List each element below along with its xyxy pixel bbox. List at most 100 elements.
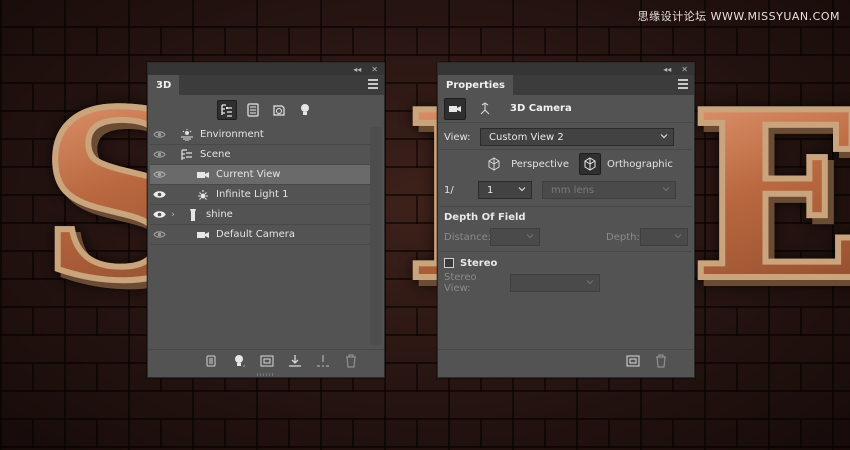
- watermark: 思缘设计论坛 WWW.MISSYUAN.COM: [637, 10, 840, 23]
- zoom-value: 1: [487, 184, 494, 196]
- depth-label: Depth:: [606, 231, 640, 243]
- collapse-icon[interactable]: ◂◂: [353, 65, 361, 74]
- split-button[interactable]: [314, 352, 332, 370]
- whole-scene-icon: [221, 104, 232, 117]
- stereo-label: Stereo: [460, 257, 498, 269]
- add-light-button[interactable]: [230, 352, 248, 370]
- lens-select[interactable]: mm lens: [542, 181, 676, 199]
- perspective-label: Perspective: [511, 158, 569, 170]
- chevron-down-icon: [518, 187, 526, 192]
- chevron-down-icon: [674, 234, 682, 239]
- layer-row-current-view[interactable]: Current View: [150, 165, 370, 185]
- layer-list: Environment Scene Current View Infinite …: [150, 125, 370, 245]
- meshes-icon: [247, 103, 259, 117]
- view-select-value: Custom View 2: [489, 131, 564, 143]
- delete-button[interactable]: [342, 352, 360, 370]
- layer-row-scene[interactable]: Scene: [150, 145, 370, 165]
- panel-tabs: 3D: [148, 75, 384, 95]
- drop-to-plane-button[interactable]: [286, 352, 304, 370]
- lights-icon: [301, 104, 309, 115]
- perspective-button[interactable]: [483, 153, 505, 175]
- chevron-down-icon: [662, 187, 670, 192]
- dof-title: Depth Of Field: [444, 211, 526, 223]
- resize-grip[interactable]: [257, 373, 275, 376]
- render-button[interactable]: [624, 352, 642, 370]
- render-icon: [626, 355, 640, 366]
- scrollbar[interactable]: [370, 127, 382, 345]
- chevron-right-icon[interactable]: ›: [168, 210, 178, 220]
- panel-properties: ◂◂ ✕ Properties 3D Camera View: Custom V…: [437, 62, 695, 378]
- split-icon: [317, 354, 329, 367]
- layer-label: Scene: [200, 149, 231, 160]
- layer-label: Environment: [200, 129, 264, 140]
- panel-titlebar: ◂◂ ✕: [148, 63, 384, 75]
- mesh-icon: [184, 208, 202, 222]
- layer-row-default-camera[interactable]: Default Camera: [150, 225, 370, 245]
- render-button[interactable]: [258, 352, 276, 370]
- panel-3d: ◂◂ ✕ 3D Environment Scene Current View I…: [147, 62, 385, 378]
- panel-titlebar: ◂◂ ✕: [438, 63, 694, 75]
- properties-header: 3D Camera: [438, 95, 694, 123]
- panel-menu-icon[interactable]: [368, 79, 378, 89]
- panel-footer: [438, 349, 694, 371]
- coordinates-button[interactable]: [474, 98, 496, 120]
- lens-placeholder: mm lens: [551, 184, 595, 196]
- layer-row-shine[interactable]: › shine: [150, 205, 370, 225]
- camera-icon: [194, 170, 212, 180]
- visibility-eye-icon[interactable]: [150, 230, 168, 239]
- filter-meshes-button[interactable]: [243, 100, 263, 120]
- add-mesh-button[interactable]: [202, 352, 220, 370]
- zoom-prefix: 1/: [444, 184, 454, 196]
- layer-label: shine: [206, 209, 233, 220]
- visibility-eye-icon[interactable]: [150, 150, 168, 159]
- chevron-down-icon: [586, 280, 594, 285]
- visibility-eye-icon[interactable]: [150, 190, 168, 199]
- materials-icon: [273, 105, 285, 116]
- zoom-select[interactable]: 1: [478, 181, 532, 199]
- filter-lights-button[interactable]: [295, 100, 315, 120]
- coordinates-icon: [480, 101, 490, 114]
- visibility-eye-icon[interactable]: [150, 170, 168, 179]
- close-icon[interactable]: ✕: [681, 65, 688, 74]
- drop-to-plane-icon: [289, 354, 301, 367]
- layer-label: Infinite Light 1: [216, 189, 289, 200]
- render-icon: [260, 355, 274, 366]
- stereo-view-label: Stereo View:: [444, 272, 477, 294]
- environment-icon: [178, 128, 196, 141]
- filter-bar: [148, 95, 384, 125]
- visibility-eye-icon[interactable]: [150, 210, 168, 219]
- distance-select[interactable]: [490, 228, 540, 246]
- collapse-icon[interactable]: ◂◂: [663, 65, 671, 74]
- perspective-cube-icon: [488, 157, 500, 171]
- visibility-eye-icon[interactable]: [150, 130, 168, 139]
- panel-menu-icon[interactable]: [678, 79, 688, 89]
- tab-properties[interactable]: Properties: [438, 75, 513, 95]
- layer-row-infinite-light[interactable]: Infinite Light 1: [150, 185, 370, 205]
- orthographic-button[interactable]: [579, 153, 601, 175]
- stereo-view-select[interactable]: [510, 274, 600, 292]
- dof-title-row: Depth Of Field: [438, 207, 694, 227]
- stereo-checkbox[interactable]: [444, 258, 454, 268]
- view-label: View:: [444, 131, 471, 143]
- close-icon[interactable]: ✕: [371, 65, 378, 74]
- dof-row: Distance: Depth:: [438, 227, 694, 247]
- mesh-icon: [206, 355, 216, 366]
- projection-row: Perspective Orthographic: [438, 150, 694, 178]
- chevron-down-icon: [660, 134, 668, 139]
- zoom-row: 1/ 1 mm lens: [438, 178, 694, 202]
- tab-3d[interactable]: 3D: [148, 75, 180, 95]
- orthographic-cube-icon: [584, 157, 596, 171]
- panel-footer: [148, 349, 384, 371]
- layer-label: Default Camera: [216, 229, 295, 240]
- depth-select[interactable]: [640, 228, 688, 246]
- view-select[interactable]: Custom View 2: [480, 128, 674, 146]
- filter-materials-button[interactable]: [269, 100, 289, 120]
- layer-row-environment[interactable]: Environment: [150, 125, 370, 145]
- delete-button[interactable]: [652, 352, 670, 370]
- camera-icon: [194, 230, 212, 240]
- chevron-down-icon: [526, 234, 534, 239]
- stereo-row: Stereo: [438, 252, 694, 274]
- camera-mode-button[interactable]: [444, 97, 466, 120]
- filter-whole-scene-button[interactable]: [217, 100, 237, 120]
- scene-icon: [178, 148, 196, 161]
